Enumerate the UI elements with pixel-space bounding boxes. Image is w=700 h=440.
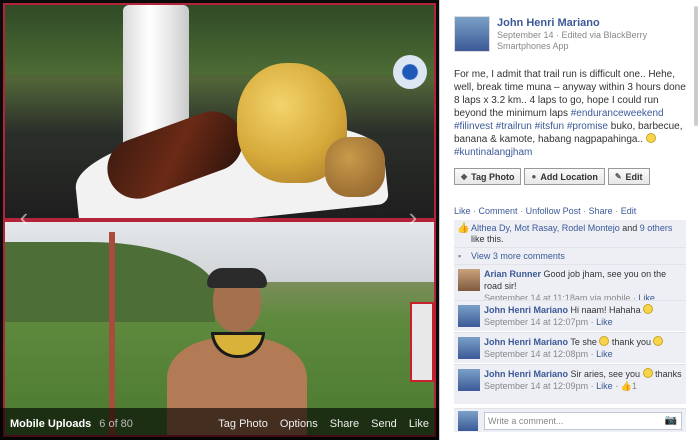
comment-text-2: thanks	[655, 369, 682, 379]
share-link[interactable]: Share	[330, 418, 359, 430]
comment-time: September 14 at 12:08pm ·	[484, 349, 597, 359]
add-location-button[interactable]: ● Add Location	[524, 168, 605, 185]
edit-label: Edit	[625, 171, 643, 182]
photo-runner	[5, 222, 434, 435]
smile-emoticon-icon	[643, 304, 654, 314]
tag-photo-link[interactable]: Tag Photo	[218, 418, 268, 430]
comment-input[interactable]: Write a comment... 📷	[484, 412, 682, 430]
scrollbar[interactable]	[694, 6, 698, 126]
comment-item: John Henri Mariano Te she thank you Sept…	[454, 332, 686, 363]
smile-emoticon-icon	[653, 336, 664, 346]
photo-viewer: ‹ › Mobile Uploads 6 of 80 Tag Photo Opt…	[0, 0, 439, 440]
like-post-link[interactable]: Like	[454, 206, 471, 216]
comment-meta: September 14 at 12:08pm · Like	[484, 349, 613, 359]
comment-item: John Henri Mariano Hi naam! Hahaha Septe…	[454, 300, 686, 331]
view-more-comments[interactable]: ▪ View 3 more comments	[454, 247, 686, 264]
post-meta: September 14 · Edited via BlackBerry Sma…	[497, 30, 648, 51]
owner-name[interactable]: John Henri Mariano	[497, 17, 600, 29]
caption-tag-last[interactable]: #kuntinalangjham	[454, 147, 532, 158]
smile-emoticon-icon	[642, 368, 653, 378]
post-owner: John Henri Mariano September 14 · Edited…	[454, 16, 684, 56]
comment-like-link[interactable]: Like	[596, 317, 613, 327]
avatar	[458, 411, 478, 431]
tree-background	[5, 5, 434, 75]
camera-icon[interactable]: 📷	[665, 415, 677, 426]
location-pin-icon: ●	[531, 172, 537, 181]
post-caption: For me, I admit that trail run is diffic…	[454, 68, 690, 159]
write-comment-box: Write a comment... 📷	[454, 408, 686, 432]
likes-suffix: like this.	[471, 234, 504, 244]
photo-actions: ◆ Tag Photo ● Add Location ✎ Edit	[454, 168, 650, 186]
avatar[interactable]	[458, 369, 480, 391]
separator: ·	[583, 206, 587, 216]
unfollow-post-link[interactable]: Unfollow Post	[526, 206, 581, 216]
previous-photo-icon[interactable]: ‹	[14, 204, 34, 230]
likes-others-link[interactable]: 9 others	[640, 223, 673, 233]
comment-like-link[interactable]: Like	[596, 349, 613, 359]
comments-icon: ▪	[458, 251, 462, 261]
comment-link[interactable]: Comment	[479, 206, 518, 216]
comment-text-2: thank you	[611, 337, 651, 347]
comment-author[interactable]: John Henri Mariano	[484, 369, 568, 379]
comment-text: Sir aries, see you	[570, 369, 641, 379]
comment-meta: September 14 at 12:09pm · Like · 👍1	[484, 381, 637, 391]
separator: ·	[520, 206, 524, 216]
comment-author[interactable]: Arian Runner	[484, 269, 541, 279]
comment-author[interactable]: John Henri Mariano	[484, 305, 568, 315]
comment-text: Hi naam! Hahaha	[570, 305, 641, 315]
separator: ·	[615, 206, 619, 216]
thumbs-up-icon: 👍	[620, 381, 632, 391]
comment-like-link[interactable]: Like	[596, 381, 613, 391]
pencil-icon: ✎	[614, 172, 622, 181]
post-links: Like · Comment · Unfollow Post · Share ·…	[454, 206, 636, 216]
comment-placeholder: Write a comment...	[488, 416, 564, 426]
share-post-link[interactable]: Share	[589, 206, 613, 216]
caption-tag-promise[interactable]: #promise	[567, 121, 608, 132]
edit-post-link[interactable]: Edit	[621, 206, 637, 216]
bottle-cap	[393, 55, 427, 89]
separator: ·	[473, 206, 477, 216]
runner-cap	[207, 268, 267, 288]
likes-summary: 👍 Althea Dy, Mot Rasay, Rodel Montejo an…	[454, 220, 686, 248]
comment-like-count: 1	[631, 381, 637, 391]
likes-and: and	[622, 223, 638, 233]
edit-button[interactable]: ✎ Edit	[607, 168, 650, 185]
avatar[interactable]	[454, 16, 490, 52]
photo-frame[interactable]	[3, 3, 436, 437]
view-more-label: View 3 more comments	[471, 251, 565, 261]
event-banner	[410, 302, 434, 382]
options-link[interactable]: Options	[280, 418, 318, 430]
add-location-label: Add Location	[540, 171, 598, 182]
photo-food	[5, 5, 434, 218]
comment-time: September 14 at 12:07pm ·	[484, 317, 597, 327]
album-name[interactable]: Mobile Uploads	[10, 418, 91, 430]
likers-names[interactable]: Althea Dy, Mot Rasay, Rodel Montejo	[471, 223, 620, 233]
tag-icon: ◆	[461, 172, 468, 181]
comment-author[interactable]: John Henri Mariano	[484, 337, 568, 347]
smile-emoticon-icon	[645, 133, 656, 143]
tag-photo-label: Tag Photo	[471, 171, 515, 182]
comment-time: September 14 at 12:09pm ·	[484, 381, 597, 391]
comment-text: Te she	[570, 337, 597, 347]
avatar[interactable]	[458, 269, 480, 291]
info-panel: John Henri Mariano September 14 · Edited…	[439, 0, 700, 440]
banana	[325, 137, 385, 197]
smile-emoticon-icon	[599, 336, 610, 346]
avatar[interactable]	[458, 337, 480, 359]
photo-position: 6 of 80	[99, 418, 133, 430]
tag-photo-button[interactable]: ◆ Tag Photo	[454, 168, 522, 185]
like-link[interactable]: Like	[409, 418, 429, 430]
comment-meta: September 14 at 12:07pm · Like	[484, 317, 613, 327]
tent-pole	[109, 232, 115, 435]
thumbs-up-icon: 👍	[457, 223, 470, 234]
next-photo-icon[interactable]: ›	[403, 204, 423, 230]
comment-item: John Henri Mariano Sir aries, see you th…	[454, 364, 686, 404]
avatar[interactable]	[458, 305, 480, 327]
send-link[interactable]: Send	[371, 418, 397, 430]
viewer-toolbar: Mobile Uploads 6 of 80 Tag Photo Options…	[0, 408, 439, 440]
